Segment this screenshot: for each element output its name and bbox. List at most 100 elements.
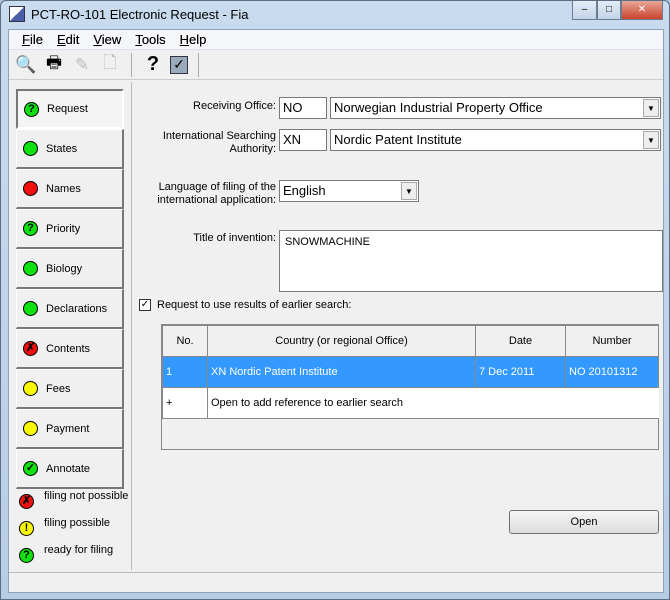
label-line: Language of filing of the [158, 181, 276, 193]
minimize-button[interactable]: – [572, 1, 597, 20]
isa-code-input[interactable]: XN [279, 129, 327, 151]
new-document-disabled-icon: 🗋 [103, 53, 117, 72]
selected-value: English [283, 183, 326, 198]
tab-annotate[interactable]: ✓ Annotate [16, 449, 124, 489]
window-title: PCT-RO-101 Electronic Request - Fia [31, 6, 249, 22]
chevron-down-icon[interactable]: ▼ [643, 131, 659, 149]
tab-label: Fees [46, 382, 71, 395]
app-icon [9, 6, 25, 22]
cell-date: 7 Dec 2011 [475, 356, 566, 388]
warning-status-icon [23, 381, 38, 396]
ready-status-icon: ? [23, 221, 38, 236]
tab-label: Contents [46, 342, 91, 355]
cell-country: XN Nordic Patent Institute [207, 356, 476, 388]
tab-label: Priority [46, 222, 81, 235]
tab-biology[interactable]: Biology [16, 249, 124, 289]
legend-label: ready for filing [44, 544, 114, 556]
menu-label-rest: iew [101, 32, 122, 47]
tab-label: Request [47, 103, 88, 115]
legend-item: ? ready for filing [19, 544, 113, 563]
menu-label-rest: ools [141, 32, 166, 47]
earlier-search-table: No. Country (or regional Office) Date Nu… [161, 324, 659, 450]
menu-view[interactable]: View View [86, 30, 128, 49]
legend-item: ! filing possible [19, 517, 110, 536]
tab-request[interactable]: ? Request [16, 89, 124, 129]
ok-status-icon [23, 141, 38, 156]
ok-status-icon [23, 261, 38, 276]
menu-help[interactable]: Help Help [173, 30, 214, 49]
menu-file[interactable]: File File [15, 30, 50, 49]
print-icon[interactable]: 🖶 [43, 53, 65, 76]
cell-no: 1 [162, 356, 208, 388]
menu-label-rest: elp [189, 32, 207, 47]
add-reference-row[interactable]: + Open to add reference to earlier searc… [162, 387, 659, 419]
filing-not-possible-icon: ✗ [19, 494, 34, 509]
toolbar: 🔍 🖶 ✎ 🗋 ? ✓ [9, 50, 663, 80]
menu-accelerator: H [179, 32, 190, 47]
receiving-office-select[interactable]: Norwegian Industrial Property Office ▼ [330, 97, 661, 119]
chevron-down-icon[interactable]: ▼ [401, 182, 417, 200]
tab-payment[interactable]: Payment [16, 409, 124, 449]
selected-value: Norwegian Industrial Property Office [334, 100, 543, 115]
receiving-office-code-input[interactable]: NO [279, 97, 327, 119]
validate-icon[interactable]: ✓ [170, 55, 188, 74]
tab-label: Names [46, 182, 81, 195]
tab-fees[interactable]: Fees [16, 369, 124, 409]
error-status-icon [23, 181, 38, 196]
status-bar [9, 572, 663, 593]
selected-value: Nordic Patent Institute [334, 132, 462, 147]
title-bar: PCT-RO-101 Electronic Request - Fia [9, 6, 248, 22]
menu-accelerator: V [93, 32, 102, 47]
client-area: File File Edit Edit View View Tools Tools Help He… [8, 29, 664, 593]
legend-item: ✗ filing not possible [19, 490, 128, 509]
title-textarea[interactable]: SNOWMACHINE [279, 230, 663, 292]
menu-edit[interactable]: Edit Edit [50, 30, 86, 49]
column-header[interactable]: Date [475, 325, 566, 357]
chevron-down-icon[interactable]: ▼ [643, 99, 659, 117]
label-line: International Searching [162, 130, 276, 142]
isa-select[interactable]: Nordic Patent Institute ▼ [330, 129, 661, 151]
column-header[interactable]: Number [565, 325, 659, 357]
menu-accelerator-overlay: Edit [57, 32, 79, 47]
tab-states[interactable]: States [16, 129, 124, 169]
menu-tools[interactable]: Tools Tools [128, 30, 172, 49]
print-preview-icon[interactable]: 🔍 [15, 54, 37, 76]
tab-label: Payment [46, 422, 90, 435]
help-icon[interactable]: ? [142, 53, 164, 76]
title-label: Title of invention: [193, 232, 276, 244]
cell-add: + [162, 387, 208, 419]
cell-add-text: Open to add reference to earlier search [207, 387, 659, 419]
table-header: No. Country (or regional Office) Date Nu… [162, 325, 659, 357]
open-button[interactable]: Open [509, 510, 659, 534]
menu-accelerator-overlay: Help [180, 32, 207, 47]
tab-declarations[interactable]: Declarations [16, 289, 124, 329]
language-select[interactable]: English ▼ [279, 180, 419, 202]
tab-names[interactable]: Names [16, 169, 124, 209]
tab-priority[interactable]: ? Priority [16, 209, 124, 249]
tab-contents[interactable]: ✗ Contents [16, 329, 124, 369]
earlier-search-label: Request to use results of earlier search… [157, 299, 352, 311]
ready-status-icon: ? [24, 101, 39, 117]
tab-label: Annotate [46, 462, 91, 475]
column-header[interactable]: Country (or regional Office) [207, 325, 476, 357]
legend-label: filing not possible [44, 490, 129, 502]
close-button[interactable]: ✕ [621, 1, 663, 20]
label-line: international application: [157, 194, 276, 206]
request-panel: Receiving Office: NO Norwegian Industria… [131, 82, 663, 570]
section-tabs: ? Request States Names? Priority Biology Decla… [9, 82, 131, 570]
menu-accelerator-overlay: File [22, 32, 43, 47]
tab-label: States [46, 142, 78, 155]
menu-label-rest: ile [29, 32, 43, 47]
earlier-search-checkbox[interactable]: ✓ [139, 299, 151, 311]
cell-number: NO 20101312 [565, 356, 659, 388]
table-row[interactable]: 1 XN Nordic Patent Institute 7 Dec 2011 … [162, 356, 659, 388]
warning-status-icon [23, 421, 38, 436]
not-possible-status-icon: ✗ [23, 341, 38, 356]
menu-accelerator: F [22, 32, 30, 47]
maximize-button[interactable]: □ [597, 1, 621, 20]
checked-status-icon: ✓ [23, 461, 38, 476]
column-header[interactable]: No. [162, 325, 208, 357]
earlier-search-checkbox-row[interactable]: ✓ Request to use results of earlier sear… [139, 299, 351, 311]
legend-label: filing possible [44, 517, 111, 529]
application-window: PCT-RO-101 Electronic Request - Fia – □ … [0, 0, 670, 600]
